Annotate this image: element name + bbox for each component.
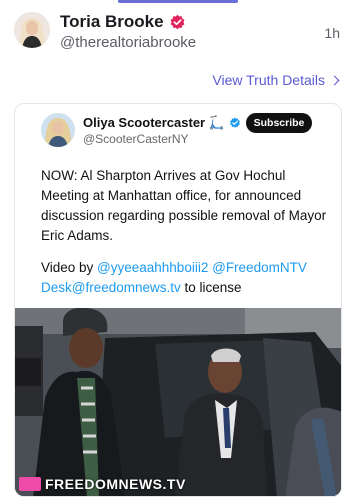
watermark-logo-icon xyxy=(19,477,41,491)
top-indicator xyxy=(118,0,238,3)
embedded-post-card[interactable]: Oliya Scootercaster 🛴 @ScooterCasterNY S… xyxy=(14,103,342,497)
verified-check-icon xyxy=(230,117,240,128)
media-scene-image xyxy=(15,308,341,496)
author-handle[interactable]: @therealtoriabrooke xyxy=(60,34,196,51)
media-watermark: FREEDOMNEWS.TV xyxy=(19,476,186,492)
credit-link-email[interactable]: Desk@freedomnews.tv xyxy=(41,280,181,295)
embed-media-image[interactable]: FREEDOMNEWS.TV xyxy=(15,308,341,496)
view-details-label: View Truth Details xyxy=(212,72,325,88)
credit-suffix: to license xyxy=(180,280,242,295)
embed-author-name-text: Oliya Scootercaster 🛴 xyxy=(83,115,225,130)
watermark-text: FREEDOMNEWS.TV xyxy=(45,476,186,492)
subscribe-button[interactable]: Subscribe xyxy=(246,113,312,133)
author-name-text: Toria Brooke xyxy=(60,12,164,31)
chevron-right-icon xyxy=(329,75,340,85)
embed-author-handle[interactable]: @ScooterCasterNY xyxy=(83,132,189,146)
author-name[interactable]: Toria Brooke xyxy=(60,12,186,32)
embed-author-name[interactable]: Oliya Scootercaster 🛴 xyxy=(83,115,241,131)
post-timestamp: 1h xyxy=(324,25,340,41)
embed-post-text: NOW: Al Sharpton Arrives at Gov Hochul M… xyxy=(41,168,327,243)
credit-link-user[interactable]: @yyeeaahhhboiii2 xyxy=(97,260,208,275)
verified-badge-icon xyxy=(170,14,185,29)
view-truth-details-link[interactable]: View Truth Details xyxy=(212,72,340,88)
embed-credit-text: Video by @yyeeaahhhboiii2 @FreedomNTV De… xyxy=(41,258,337,298)
credit-prefix: Video by xyxy=(41,260,98,275)
credit-link-freedomntv[interactable]: @FreedomNTV xyxy=(212,260,307,275)
embed-author-avatar[interactable] xyxy=(41,113,75,147)
author-avatar[interactable] xyxy=(14,12,50,48)
post-header: Toria Brooke @therealtoriabrooke 1h xyxy=(14,12,342,56)
